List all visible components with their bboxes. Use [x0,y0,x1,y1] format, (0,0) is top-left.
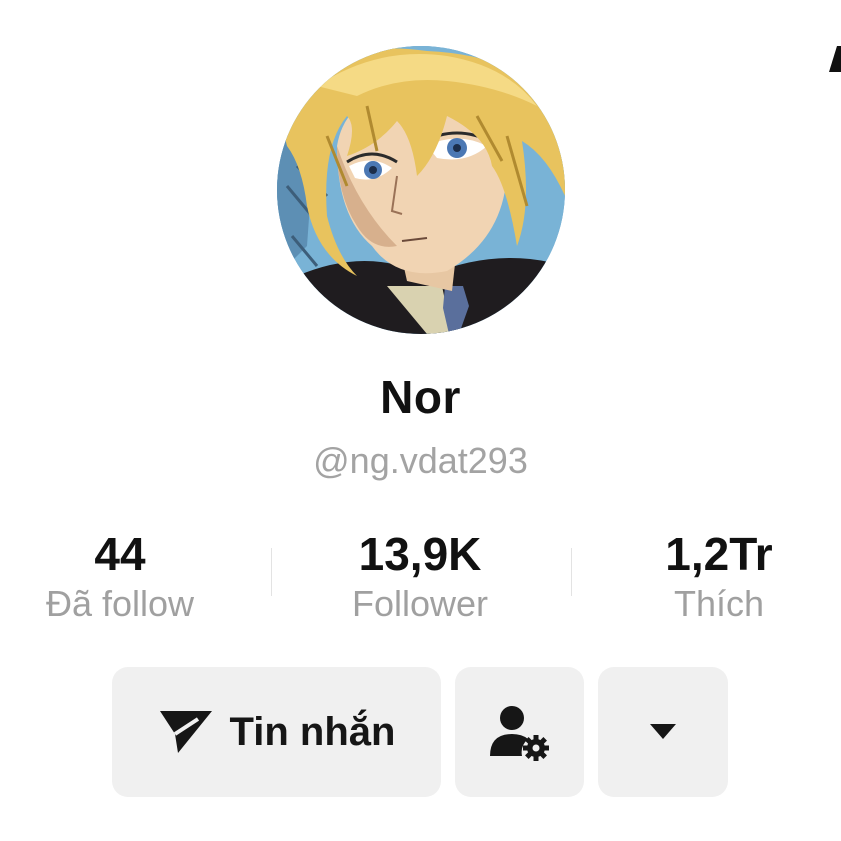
stat-divider [571,548,572,596]
stat-value: 44 [94,528,146,580]
stat-followers[interactable]: 13,9K Follower [290,526,550,626]
stat-label: Thích [673,583,765,624]
edge-icon-fragment [829,46,841,72]
message-button[interactable]: Tin nhắn [112,667,441,797]
stat-following[interactable]: 44 Đã follow [0,526,250,626]
profile-settings-button[interactable] [455,667,584,797]
profile-page: Nor @ng.vdat293 44 Đã follow 13,9K Follo… [0,0,841,841]
display-name: Nor [380,371,461,423]
caret-down-icon [650,724,676,740]
stat-value: 1,2Tr [665,528,773,580]
send-icon [158,707,214,757]
stat-value: 13,9K [358,528,482,580]
stat-label: Follower [351,583,489,624]
avatar[interactable] [277,46,565,334]
anime-avatar-image [277,46,565,334]
stat-divider [271,548,272,596]
stats-row: 44 Đã follow 13,9K Follower 1,2Tr Thích [0,526,841,636]
stat-likes[interactable]: 1,2Tr Thích [589,526,841,626]
user-settings-icon [488,702,552,762]
more-options-button[interactable] [598,667,728,797]
username: @ng.vdat293 [313,440,528,481]
stat-label: Đã follow [45,583,195,624]
message-button-label: Tin nhắn [229,709,396,754]
